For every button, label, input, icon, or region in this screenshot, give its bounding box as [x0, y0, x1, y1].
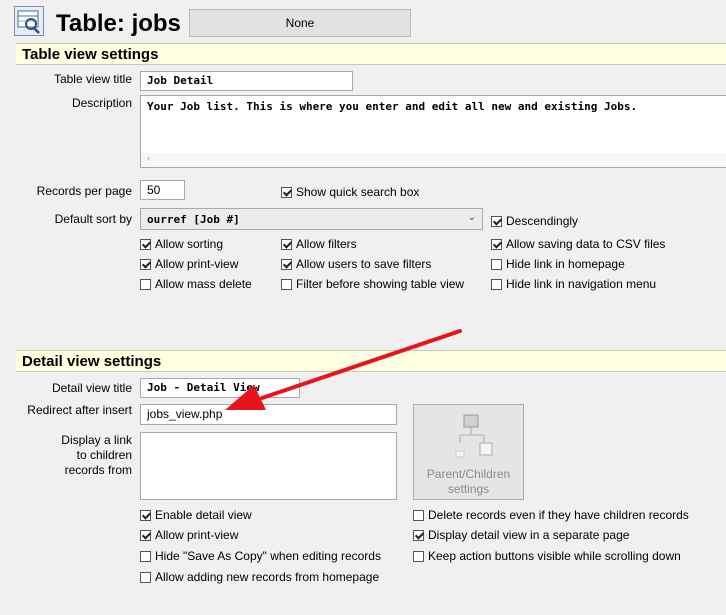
red-arrow-annotation	[225, 329, 462, 410]
